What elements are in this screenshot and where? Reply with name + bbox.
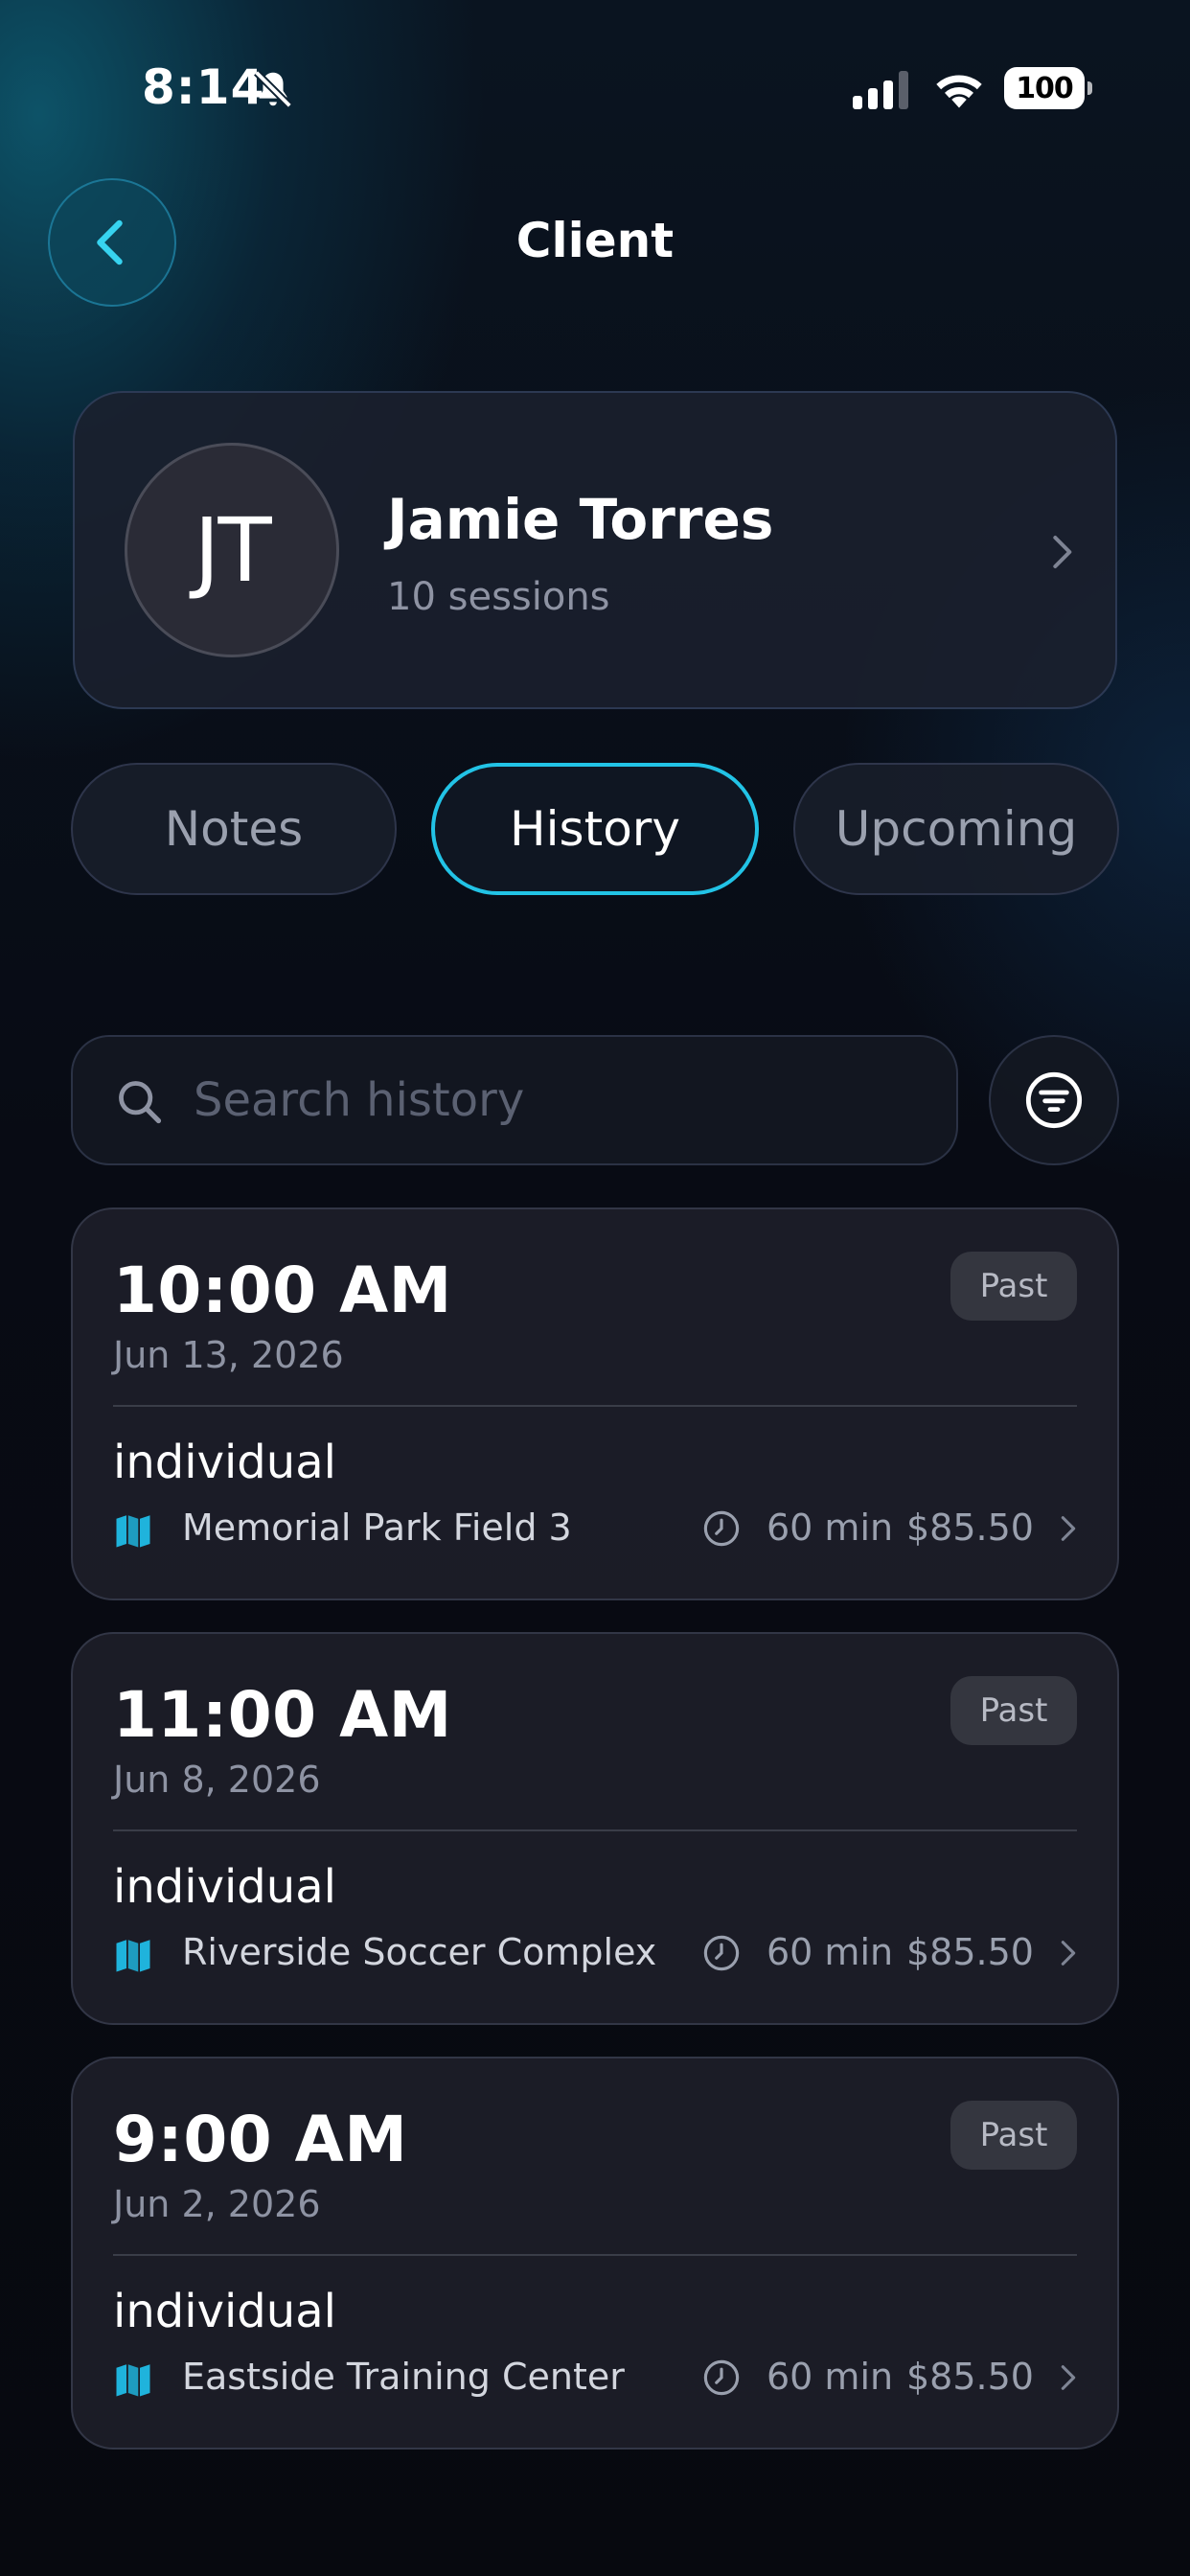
status-bar: 8:14 100 xyxy=(0,0,1190,182)
status-badge: Past xyxy=(950,1676,1077,1745)
session-type: individual xyxy=(113,1860,336,1914)
session-date: Jun 13, 2026 xyxy=(113,1334,344,1376)
session-price: $85.50 xyxy=(906,1931,1034,1973)
session-location: Memorial Park Field 3 xyxy=(182,1506,572,1549)
map-icon xyxy=(116,2364,150,2397)
clock-icon xyxy=(703,1935,740,1971)
clock-icon xyxy=(703,2359,740,2396)
status-badge: Past xyxy=(950,2101,1077,2170)
signal-icon xyxy=(853,71,908,109)
chevron-right-icon xyxy=(1061,1516,1076,1541)
session-card[interactable]: 11:00 AM Jun 8, 2026 Past individual Riv… xyxy=(71,1632,1119,2025)
bell-slash-icon xyxy=(254,70,292,108)
status-time: 8:14 xyxy=(142,59,265,115)
chevron-right-icon xyxy=(1061,1941,1076,1966)
session-price: $85.50 xyxy=(906,2356,1034,2398)
divider xyxy=(113,1405,1077,1407)
client-profile-card[interactable]: JT Jamie Torres 10 sessions xyxy=(73,391,1117,709)
chevron-right-icon xyxy=(1053,536,1072,568)
session-type: individual xyxy=(113,1436,336,1489)
filter-button[interactable] xyxy=(989,1035,1119,1165)
session-location: Riverside Soccer Complex xyxy=(182,1931,657,1973)
session-duration: 60 min xyxy=(767,1931,894,1973)
session-location: Eastside Training Center xyxy=(182,2356,625,2398)
tab-history[interactable]: History xyxy=(431,763,759,895)
map-icon xyxy=(116,1940,150,1972)
session-time: 10:00 AM xyxy=(113,1254,452,1327)
chevron-right-icon xyxy=(1061,2365,1076,2390)
session-price: $85.50 xyxy=(906,1506,1034,1549)
tab-notes[interactable]: Notes xyxy=(71,763,397,895)
session-time: 9:00 AM xyxy=(113,2103,408,2176)
search-icon xyxy=(119,1081,162,1124)
search-input[interactable] xyxy=(194,1037,922,1163)
client-session-count: 10 sessions xyxy=(387,575,610,619)
session-time: 11:00 AM xyxy=(113,1678,452,1752)
tab-upcoming[interactable]: Upcoming xyxy=(793,763,1119,895)
avatar: JT xyxy=(125,443,339,657)
map-icon xyxy=(116,1515,150,1548)
divider xyxy=(113,2254,1077,2256)
divider xyxy=(113,1829,1077,1831)
session-duration: 60 min xyxy=(767,2356,894,2398)
session-card[interactable]: 9:00 AM Jun 2, 2026 Past individual East… xyxy=(71,2057,1119,2450)
filter-icon xyxy=(1025,1071,1083,1129)
clock-icon xyxy=(703,1510,740,1547)
session-card[interactable]: 10:00 AM Jun 13, 2026 Past individual Me… xyxy=(71,1208,1119,1600)
page-title: Client xyxy=(515,213,675,268)
client-name: Jamie Torres xyxy=(387,487,774,552)
battery-icon: 100 xyxy=(1004,67,1092,109)
session-date: Jun 2, 2026 xyxy=(113,2183,321,2225)
wifi-icon xyxy=(936,75,982,108)
session-duration: 60 min xyxy=(767,1506,894,1549)
session-date: Jun 8, 2026 xyxy=(113,1759,321,1801)
status-badge: Past xyxy=(950,1252,1077,1321)
session-type: individual xyxy=(113,2285,336,2338)
search-box[interactable] xyxy=(71,1035,958,1165)
